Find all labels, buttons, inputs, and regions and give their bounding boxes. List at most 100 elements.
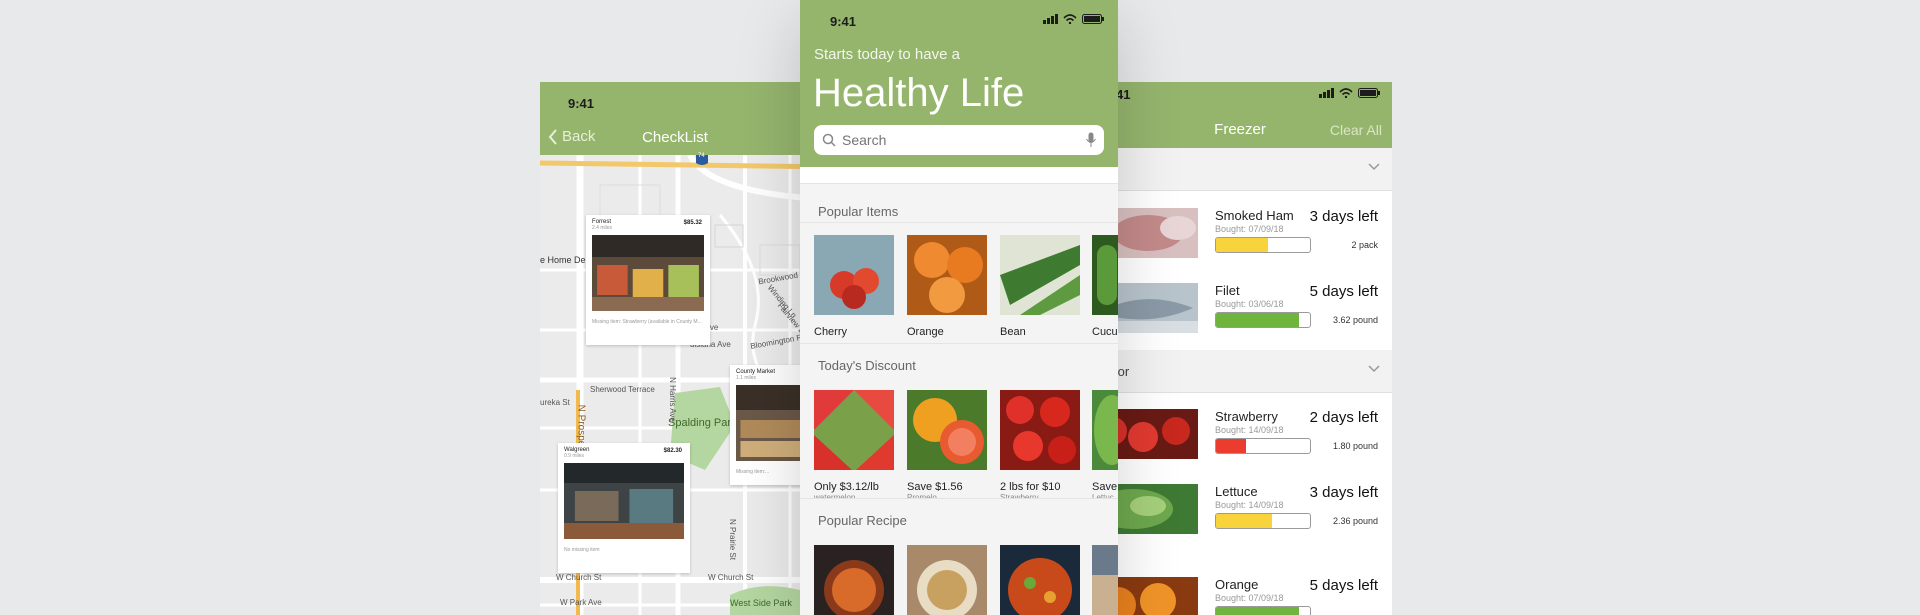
product-photo	[1000, 235, 1080, 315]
recipe-tile[interactable]	[1092, 545, 1118, 615]
map-label: W Park Ave	[560, 598, 602, 607]
map-label: W Church St	[708, 573, 754, 582]
missing-note: Missing item: Strawberry (available in C…	[592, 319, 702, 325]
item-bought-date: Bought: 07/09/18	[1215, 593, 1284, 603]
store-photo	[564, 463, 684, 539]
microphone-icon[interactable]	[1086, 132, 1096, 148]
recipe-tile[interactable]	[1000, 545, 1080, 615]
store-price: $85.32	[683, 220, 702, 226]
product-label: Cucu	[1092, 326, 1118, 338]
freshness-fill	[1216, 607, 1299, 615]
item-quantity: 2.36 pound	[1332, 516, 1378, 526]
wifi-icon	[1339, 88, 1353, 98]
discount-tile[interactable]: 2 lbs for $10 Strawberry	[1000, 390, 1080, 502]
days-left: 3 days left	[1309, 208, 1378, 225]
search-input[interactable]	[842, 132, 1072, 148]
recipe-photo	[814, 545, 894, 615]
wifi-icon	[1063, 14, 1077, 24]
map-label: West Side Park	[730, 598, 792, 608]
chevron-down-icon	[1368, 162, 1380, 174]
discount-tile[interactable]: Save $1.56 Promelo	[907, 390, 987, 502]
product-label: Bean	[1000, 326, 1026, 338]
product-tile[interactable]: Bean	[1000, 235, 1080, 338]
food-item[interactable]: Strawberry Bought: 14/09/18 2 days left …	[1088, 401, 1392, 476]
recipe-photo	[1092, 545, 1118, 615]
product-photo	[814, 390, 894, 470]
days-left: 2 days left	[1309, 409, 1378, 426]
food-item[interactable]: Filet Bought: 03/06/18 5 days left 3.62 …	[1088, 275, 1392, 350]
product-photo	[814, 235, 894, 315]
freshness-bar	[1215, 312, 1311, 328]
discount-label: Only $3.12/lb	[814, 481, 879, 493]
recipe-photo	[907, 545, 987, 615]
item-quantity: 3.62 pound	[1332, 315, 1378, 325]
store-price: $82.30	[663, 448, 682, 454]
item-bought-date: Bought: 07/09/18	[1215, 224, 1284, 234]
product-tile[interactable]: Cherry	[814, 235, 894, 338]
freshness-fill	[1216, 439, 1247, 453]
signal-icon	[1319, 88, 1334, 98]
map-label: N Prairie St	[727, 519, 737, 560]
freshness-fill	[1216, 514, 1273, 528]
product-photo	[907, 390, 987, 470]
freezer-header: 41 Freezer Clear All	[1088, 82, 1392, 148]
checklist-header: 9:41 Back CheckList	[540, 82, 840, 155]
chevron-down-icon	[1368, 364, 1380, 376]
map-label: Spalding Par	[668, 417, 731, 429]
search-bar[interactable]	[814, 125, 1104, 155]
status-icons	[1043, 14, 1104, 24]
days-left: 5 days left	[1309, 283, 1378, 300]
food-item[interactable]: Orange Bought: 07/09/18 5 days left	[1088, 569, 1392, 615]
product-tile[interactable]: Orange	[907, 235, 987, 338]
section-refrigerator[interactable]: gerator	[1088, 350, 1392, 393]
search-icon	[822, 133, 836, 147]
freshness-fill	[1216, 238, 1268, 252]
page-title: CheckList	[642, 129, 708, 146]
divider	[800, 222, 1118, 223]
discount-tile[interactable]: Save Lettuc	[1092, 390, 1118, 502]
status-time: 41	[1116, 87, 1131, 102]
tagline: Starts today to have a	[814, 46, 960, 63]
product-photo	[1092, 390, 1118, 470]
product-label: Cherry	[814, 326, 848, 338]
food-item[interactable]: Lettuce Bought: 14/09/18 3 days left 2.3…	[1088, 476, 1392, 551]
home-header: 9:41 Starts today to have a Healthy Life	[800, 0, 1118, 167]
missing-note: No missing item	[564, 547, 600, 553]
recipe-tile[interactable]	[814, 545, 894, 615]
freshness-bar	[1215, 606, 1311, 615]
headline: Healthy Life	[813, 71, 1025, 115]
product-label: Orange	[907, 326, 944, 338]
freshness-fill	[1216, 313, 1299, 327]
product-tile[interactable]: Cucu	[1092, 235, 1118, 338]
item-name: Smoked Ham	[1215, 208, 1294, 223]
map-label: ureka St	[540, 398, 570, 407]
product-photo	[1092, 235, 1118, 315]
freezer-screen: 41 Freezer Clear All zer Smoked Ham Boug…	[1088, 82, 1392, 615]
item-quantity: 2 pack	[1351, 240, 1378, 250]
store-map[interactable]: e Home Depot Brookwood Ln Winding Ln Fai…	[540, 153, 840, 615]
recipe-tile[interactable]	[907, 545, 987, 615]
status-icons	[1319, 88, 1380, 98]
discount-label: 2 lbs for $10	[1000, 481, 1061, 493]
section-freezer[interactable]: zer	[1088, 148, 1392, 191]
checklist-screen: 9:41 Back CheckList e Home Depot Brookwo…	[540, 82, 840, 615]
days-left: 3 days left	[1309, 484, 1378, 501]
battery-icon	[1358, 88, 1380, 98]
discount-label: Save $1.56	[907, 481, 963, 493]
item-name: Orange	[1215, 577, 1259, 592]
item-name: Lettuce	[1215, 484, 1258, 499]
food-item[interactable]: Smoked Ham Bought: 07/09/18 3 days left …	[1088, 200, 1392, 275]
store-card[interactable]: Walgreen $82.30 0.9 miles No missing ite…	[558, 443, 690, 573]
discount-tile[interactable]: Only $3.12/lb watermelon	[814, 390, 894, 502]
map-label: N Harris Ave	[667, 377, 677, 422]
home-screen: 9:41 Starts today to have a Healthy Life…	[800, 0, 1118, 615]
discount-label: Save	[1092, 481, 1118, 493]
section-title: Popular Recipe	[818, 513, 907, 528]
signal-icon	[1043, 14, 1058, 24]
clear-all-button[interactable]: Clear All	[1330, 122, 1382, 138]
map-label: N Prospe	[575, 404, 587, 447]
store-card[interactable]: Forrest $85.32 2.4 miles Missing item: S…	[586, 215, 710, 345]
days-left: 5 days left	[1309, 577, 1378, 594]
freshness-bar	[1215, 237, 1311, 253]
map-label: Sherwood Terrace	[590, 385, 655, 394]
